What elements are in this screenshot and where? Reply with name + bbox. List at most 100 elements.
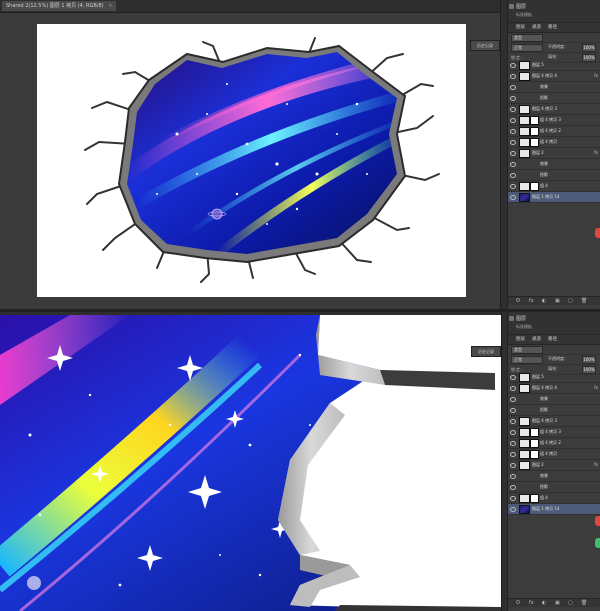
layer-row[interactable]: 组 4	[508, 493, 600, 504]
eye-icon[interactable]	[510, 485, 516, 490]
mask-icon[interactable]: ▣	[555, 600, 560, 606]
eye-icon[interactable]	[510, 419, 516, 424]
layer-row[interactable]: 图层 5	[508, 60, 600, 71]
close-icon[interactable]: ×	[108, 3, 112, 9]
eye-icon[interactable]	[510, 430, 516, 435]
eye-icon[interactable]	[510, 96, 516, 101]
new-layer-icon[interactable]: ▢	[568, 298, 573, 304]
eye-icon[interactable]	[510, 375, 516, 380]
layer-row[interactable]: 组 4 拷贝 2	[508, 438, 600, 449]
kind-filter-select[interactable]: 类型	[511, 346, 543, 354]
layer-row[interactable]: 图层 4 拷贝 3	[508, 416, 600, 427]
layer-row[interactable]: 投影	[508, 93, 600, 104]
layers-icon	[509, 316, 514, 321]
eye-icon[interactable]	[510, 129, 516, 134]
layer-row[interactable]: 效果	[508, 159, 600, 170]
tab-layers[interactable]: 图层	[516, 24, 525, 30]
link-icon[interactable]: ʘ	[516, 298, 520, 304]
fx-icon[interactable]: fx	[594, 73, 598, 78]
layer-name: 组 4	[540, 495, 548, 500]
layer-row[interactable]: 组 4 拷贝	[508, 449, 600, 460]
layer-row[interactable]: 效果	[508, 394, 600, 405]
opacity-input[interactable]: 100%	[582, 356, 596, 364]
adjustment-icon[interactable]: ◐	[542, 298, 546, 304]
document-canvas-zoomed[interactable]	[0, 315, 501, 611]
eye-icon[interactable]	[510, 496, 516, 501]
layer-thumbnail	[519, 494, 530, 503]
history-button-zoomed[interactable]: 历史记录	[471, 346, 501, 357]
tab-paths[interactable]: 路径	[548, 24, 557, 30]
eye-icon[interactable]	[510, 118, 516, 123]
fx-icon[interactable]: fx	[529, 298, 534, 304]
layer-row[interactable]: 投影	[508, 482, 600, 493]
tab-channels[interactable]: 通道	[532, 24, 541, 30]
layer-row[interactable]: 组 4 拷贝 3	[508, 427, 600, 438]
eye-icon[interactable]	[510, 107, 516, 112]
side-badge[interactable]	[595, 228, 600, 238]
layer-row[interactable]: 图层 2 fx	[508, 148, 600, 159]
eye-icon[interactable]	[510, 452, 516, 457]
layer-thumbnail	[519, 127, 530, 136]
layer-thumbnail	[519, 105, 530, 114]
fx-icon[interactable]: fx	[594, 150, 598, 155]
eye-icon[interactable]	[510, 162, 516, 167]
mask-icon[interactable]: ▣	[555, 298, 560, 304]
document-canvas[interactable]	[37, 24, 466, 297]
fx-icon[interactable]: fx	[594, 385, 598, 390]
layer-row[interactable]: 组 4 拷贝 3	[508, 115, 600, 126]
eye-icon[interactable]	[510, 74, 516, 79]
layer-row[interactable]: 组 4	[508, 181, 600, 192]
layer-row[interactable]: 图层 2 fx	[508, 460, 600, 471]
document-tab[interactable]: Shared 2(12.5%) 图层 1 拷贝 (4, RGB/8) ×	[2, 1, 117, 11]
panel-subtitle: 标准模板	[516, 324, 532, 329]
new-layer-icon[interactable]: ▢	[568, 600, 573, 606]
trash-icon[interactable]: 🗑	[581, 298, 587, 304]
layer-name: 效果	[540, 473, 548, 478]
eye-icon[interactable]	[510, 386, 516, 391]
layer-mask-thumbnail	[530, 182, 539, 191]
layer-row[interactable]: 图层 4 拷贝 4 fx	[508, 383, 600, 394]
layer-row[interactable]: 图层 5	[508, 372, 600, 383]
layer-row[interactable]: 投影	[508, 170, 600, 181]
eye-icon[interactable]	[510, 463, 516, 468]
layer-row[interactable]: 组 4 拷贝	[508, 137, 600, 148]
eye-icon[interactable]	[510, 441, 516, 446]
link-icon[interactable]: ʘ	[516, 600, 520, 606]
layer-row[interactable]: 图层 1 拷贝 14	[508, 192, 600, 203]
opacity-input[interactable]: 100%	[582, 44, 596, 52]
layer-thumbnail	[519, 450, 530, 459]
tab-channels[interactable]: 通道	[532, 336, 541, 342]
eye-icon[interactable]	[510, 184, 516, 189]
eye-icon[interactable]	[510, 85, 516, 90]
layer-row[interactable]: 图层 4 拷贝 3	[508, 104, 600, 115]
filter-row: 类型	[508, 345, 600, 355]
side-badge-green[interactable]	[595, 538, 600, 548]
layer-row[interactable]: 组 4 拷贝 2	[508, 126, 600, 137]
eye-icon[interactable]	[510, 195, 516, 200]
blend-mode-select[interactable]: 正常	[511, 44, 543, 52]
side-badge[interactable]	[595, 516, 600, 526]
blend-mode-select[interactable]: 正常	[511, 356, 543, 364]
eye-icon[interactable]	[510, 173, 516, 178]
fx-icon[interactable]: fx	[594, 462, 598, 467]
layer-row[interactable]: 效果	[508, 471, 600, 482]
layer-row[interactable]: 图层 1 拷贝 14	[508, 504, 600, 515]
layer-row[interactable]: 效果	[508, 82, 600, 93]
kind-filter-select[interactable]: 类型	[511, 34, 543, 42]
layer-row[interactable]: 图层 4 拷贝 4 fx	[508, 71, 600, 82]
eye-icon[interactable]	[510, 140, 516, 145]
trash-icon[interactable]: 🗑	[581, 600, 587, 606]
layer-row[interactable]: 投影	[508, 405, 600, 416]
eye-icon[interactable]	[510, 474, 516, 479]
eye-icon[interactable]	[510, 408, 516, 413]
eye-icon[interactable]	[510, 151, 516, 156]
fx-icon[interactable]: fx	[529, 600, 534, 606]
adjustment-icon[interactable]: ◐	[542, 600, 546, 606]
panel-tabs: 图层 通道 路径	[508, 335, 600, 345]
eye-icon[interactable]	[510, 397, 516, 402]
tab-layers[interactable]: 图层	[516, 336, 525, 342]
eye-icon[interactable]	[510, 507, 516, 512]
tab-paths[interactable]: 路径	[548, 336, 557, 342]
eye-icon[interactable]	[510, 63, 516, 68]
history-button[interactable]: 历史记录	[470, 40, 500, 51]
